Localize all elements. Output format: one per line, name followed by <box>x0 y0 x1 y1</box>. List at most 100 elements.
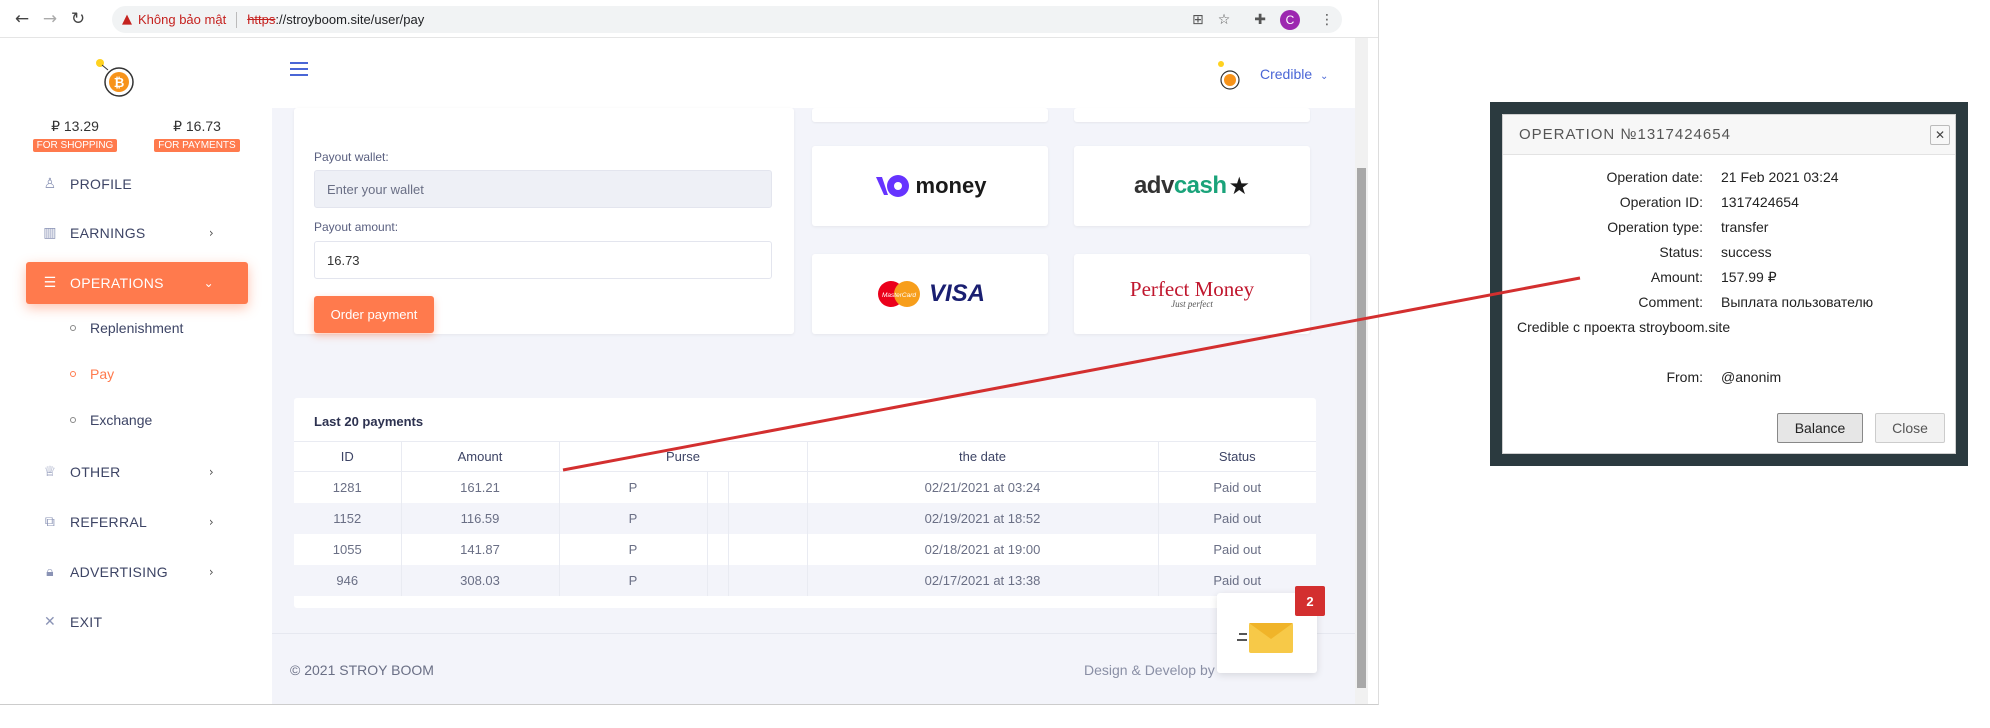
cell-empty <box>707 533 729 565</box>
user-menu[interactable]: Credible ⌄ <box>1260 66 1328 82</box>
crown-icon: ♕ <box>43 464 57 480</box>
payout-form-card: Payout wallet: Enter your wallet Payout … <box>294 108 794 334</box>
chevron-right-icon: › <box>208 226 214 240</box>
field-key: Operation type: <box>1607 219 1703 235</box>
cell-empty <box>728 471 808 503</box>
sidebar-item-exit[interactable]: ✕ EXIT <box>26 601 248 643</box>
yoomoney-label: money <box>915 173 987 198</box>
cell-id: 1281 <box>294 471 402 503</box>
sidebar-item-referral[interactable]: ⧉ REFERRAL › <box>26 501 248 543</box>
field-key: Comment: <box>1638 294 1703 310</box>
advcash-cash: cash <box>1173 172 1227 199</box>
cell-empty <box>728 533 808 565</box>
column-header-purse: Purse <box>559 441 808 472</box>
mastercard-label: MasterCard <box>882 292 916 299</box>
reload-icon[interactable]: ↻ <box>64 5 92 33</box>
chevron-down-icon: ⌄ <box>203 276 214 290</box>
operation-field-type: Operation type: transfer <box>1503 219 1957 237</box>
sidebar-item-operations[interactable]: ☰ OPERATIONS ⌄ <box>26 262 248 304</box>
field-value: @anonim <box>1721 369 1782 385</box>
column-header-date: the date <box>807 441 1159 472</box>
payout-amount-input[interactable]: 16.73 <box>314 241 772 279</box>
back-icon[interactable]: ← <box>8 5 36 33</box>
hamburger-menu-icon[interactable] <box>290 62 308 76</box>
star-icon[interactable]: ☆ <box>1218 12 1231 28</box>
menu-kebab-icon[interactable]: ⋮ <box>1320 12 1334 28</box>
sidebar-subitem-label: Replenishment <box>90 320 184 336</box>
field-value: transfer <box>1721 219 1769 235</box>
payment-method-mastercard-visa[interactable]: MasterCard VISA <box>812 254 1048 334</box>
browser-window: ← → ↻ ▲ Không bảo mật https://stroyboom.… <box>0 0 1379 705</box>
balance-shopping: ₽ 13.29 FOR SHOPPING <box>30 118 120 153</box>
cell-empty <box>707 564 729 596</box>
payment-method-advcash[interactable]: advcash ★ <box>1074 146 1310 226</box>
operation-dialog-header: OPERATION №1317424654 ✕ <box>1503 115 1955 155</box>
balance-tag: FOR PAYMENTS <box>154 139 240 152</box>
page-scrollbar[interactable] <box>1355 38 1368 704</box>
profile-avatar[interactable]: C <box>1280 9 1300 30</box>
sidebar-subitem-pay[interactable]: Pay <box>70 366 114 382</box>
cell-date: 02/21/2021 at 03:24 <box>807 471 1159 503</box>
dialog-close-icon[interactable]: ✕ <box>1930 125 1950 145</box>
sidebar-item-advertising[interactable]: 🔒︎ ADVERTISING › <box>26 551 248 593</box>
sidebar-item-earnings[interactable]: ▥ EARNINGS › <box>26 212 248 254</box>
payment-method-perfect-money[interactable]: Perfect Money Just perfect <box>1074 254 1310 334</box>
main-content: Credible ⌄ Payout wallet: Enter your wal… <box>272 38 1368 704</box>
envelope-icon <box>1249 623 1293 653</box>
chart-icon: ▥ <box>43 225 57 241</box>
balance-button[interactable]: Balance <box>1777 413 1863 443</box>
close-button[interactable]: Close <box>1875 413 1945 443</box>
address-bar[interactable]: ▲ Không bảo mật https://stroyboom.site/u… <box>112 6 1342 33</box>
operation-field-id: Operation ID: 1317424654 <box>1503 194 1957 212</box>
order-payment-button[interactable]: Order payment <box>314 296 434 333</box>
sidebar-item-label: PROFILE <box>70 176 133 192</box>
table-row: 1281 161.21 P 02/21/2021 at 03:24 Paid o… <box>294 471 1316 503</box>
field-value: 21 Feb 2021 03:24 <box>1721 169 1839 185</box>
sidebar-item-profile[interactable]: ♙ PROFILE <box>26 163 248 205</box>
table-row: 1152 116.59 P 02/19/2021 at 18:52 Paid o… <box>294 502 1316 534</box>
operation-field-status: Status: success <box>1503 244 1957 262</box>
bullet-icon <box>70 325 76 331</box>
scrollbar-thumb[interactable] <box>1357 168 1366 688</box>
database-icon: ☰ <box>43 275 57 291</box>
operation-field-comment: Comment: Выплата пользователю <box>1503 294 1957 312</box>
payment-method-yoomoney[interactable]: money <box>812 146 1048 226</box>
chevron-right-icon: › <box>208 465 214 479</box>
warning-icon: ▲ <box>122 12 132 27</box>
advcash-label: advcash <box>1134 172 1227 200</box>
field-key: Operation ID: <box>1619 194 1703 210</box>
payout-wallet-label: Payout wallet: <box>314 150 389 164</box>
user-avatar[interactable] <box>1217 60 1241 90</box>
sidebar-subitem-exchange[interactable]: Exchange <box>70 412 152 428</box>
user-icon: ♙ <box>43 176 57 192</box>
security-warning-label[interactable]: Không bảo mật <box>138 12 226 27</box>
svg-text:₿: ₿ <box>114 75 125 90</box>
perfect-money-label: Perfect Money <box>1129 277 1255 301</box>
cell-empty <box>728 502 808 534</box>
extensions-icon[interactable]: ✚ <box>1254 12 1266 28</box>
logo-icon[interactable]: ₿ <box>96 58 138 100</box>
browser-toolbar: ← → ↻ ▲ Không bảo mật https://stroyboom.… <box>0 0 1378 38</box>
payout-wallet-input[interactable]: Enter your wallet <box>314 170 772 208</box>
chevron-right-icon: › <box>208 565 214 579</box>
sidebar-item-label: OTHER <box>70 464 121 480</box>
payment-method-tile-partial <box>1074 108 1310 122</box>
sidebar-item-other[interactable]: ♕ OTHER › <box>26 451 248 493</box>
cell-status: Paid out <box>1213 479 1262 495</box>
cell-purse: P <box>559 564 708 596</box>
chevron-right-icon: › <box>208 515 214 529</box>
url-path: ://stroyboom.site/user/pay <box>275 12 425 27</box>
sidebar-item-label: EARNINGS <box>70 225 146 241</box>
translate-icon[interactable]: ⊞ <box>1192 12 1204 28</box>
field-key: Operation date: <box>1606 169 1703 185</box>
sidebar-subitem-replenishment[interactable]: Replenishment <box>70 320 183 336</box>
operation-dialog: OPERATION №1317424654 ✕ Operation date: … <box>1502 114 1956 454</box>
cell-purse: P <box>559 533 708 565</box>
cell-status: Paid out <box>1158 502 1316 534</box>
field-value: Выплата пользователю <box>1721 294 1874 310</box>
forward-icon[interactable]: → <box>36 5 64 33</box>
cell-amount: 141.87 <box>401 533 560 565</box>
payout-amount-label: Payout amount: <box>314 220 399 234</box>
cell-id: 946 <box>294 564 402 596</box>
cell-purse: P <box>559 471 708 503</box>
